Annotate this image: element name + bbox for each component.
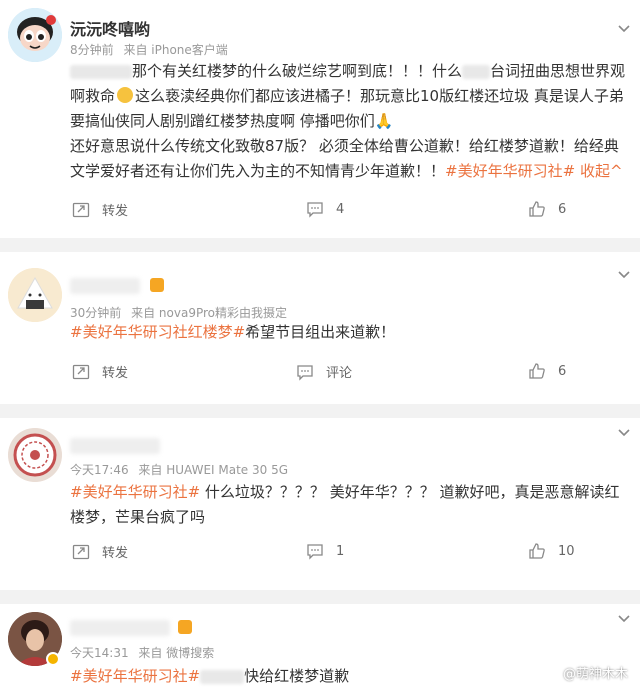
topic-tag[interactable]: #美好年华研习社# <box>70 667 200 685</box>
post-2: 30分钟前 来自 nova9Pro精彩由我摄定 #美好年华研习社红楼梦#希望节目… <box>0 252 640 404</box>
chevron-up-icon: ^ <box>609 162 623 180</box>
thumbs-up-icon <box>529 543 545 559</box>
action-bar: 转发 1 10 <box>0 542 640 572</box>
comment-count: 4 <box>336 201 345 217</box>
repost-button[interactable]: 转发 <box>72 200 128 219</box>
post-time: 30分钟前 <box>70 306 122 320</box>
like-count: 10 <box>558 543 575 559</box>
post-source: 来自 微博搜索 <box>138 646 215 660</box>
avatar-onigiri-icon <box>8 268 62 322</box>
repost-label: 转发 <box>102 366 129 381</box>
username-redacted[interactable] <box>70 438 160 454</box>
redacted-text <box>70 64 132 79</box>
avatar[interactable] <box>8 268 62 322</box>
pray-emoji-icon: 🙏 <box>374 112 394 130</box>
vip-badge-icon <box>150 278 164 292</box>
post-source: 来自 iPhone客户端 <box>123 43 228 57</box>
comment-icon <box>297 364 313 381</box>
topic-tag[interactable]: #美好年华研习社红楼梦# <box>70 323 245 341</box>
like-button[interactable]: 6 <box>528 200 566 218</box>
separator <box>0 590 640 604</box>
repost-button[interactable]: 转发 <box>72 542 128 561</box>
like-count: 6 <box>558 363 567 379</box>
thumbs-up-icon <box>529 363 545 379</box>
post-meta: 8分钟前 来自 iPhone客户端 <box>70 41 228 58</box>
comment-icon <box>307 544 323 560</box>
crying-emoji-icon <box>117 87 134 103</box>
comment-count: 1 <box>336 543 345 559</box>
post-body: #美好年华研习社红楼梦#希望节目组出来道歉！ <box>70 320 626 345</box>
watermark: @萌神木木 <box>562 667 628 682</box>
username-redacted[interactable] <box>70 620 170 636</box>
chevron-down-icon[interactable] <box>618 22 630 34</box>
post-source: 来自 nova9Pro精彩由我摄定 <box>131 306 287 320</box>
post-time: 今天14:31 <box>70 646 129 660</box>
repost-label: 转发 <box>102 546 129 561</box>
thumbs-up-icon <box>529 201 545 217</box>
repost-button[interactable]: 转发 <box>72 362 128 381</box>
post-meta: 今天17:46 来自 HUAWEI Mate 30 5G <box>70 461 288 478</box>
comment-label: 评论 <box>326 366 353 381</box>
post-1: 沅沅咚嘻哟 8分钟前 来自 iPhone客户端 那个有关红楼梦的什么破烂综艺啊到… <box>0 0 640 238</box>
post-text: 快给红楼梦道歉 <box>244 667 350 685</box>
chevron-down-icon[interactable] <box>618 426 630 438</box>
post-4: 今天14:31 来自 微博搜索 #美好年华研习社# 快给红楼梦道歉 <box>0 604 640 694</box>
post-text: 台词扭曲思想世界观 <box>490 62 626 80</box>
chevron-down-icon[interactable] <box>618 612 630 624</box>
like-button[interactable]: 10 <box>528 542 575 560</box>
like-count: 6 <box>558 201 567 217</box>
verified-badge-icon <box>46 652 60 666</box>
vip-badge-icon <box>178 620 192 634</box>
action-bar: 转发 4 6 <box>0 200 640 230</box>
repost-icon <box>72 544 90 559</box>
avatar-powerpuff-icon <box>8 8 62 62</box>
username[interactable]: 沅沅咚嘻哟 <box>70 16 150 40</box>
avatar[interactable] <box>8 8 62 62</box>
redacted-text <box>200 669 245 684</box>
username-redacted[interactable] <box>70 278 140 294</box>
post-time: 8分钟前 <box>70 43 114 57</box>
repost-icon <box>72 364 90 379</box>
separator <box>0 238 640 252</box>
post-text: 那个有关红楼梦的什么破烂综艺啊到底！！！什么 <box>132 62 463 80</box>
comment-button[interactable]: 评论 <box>296 362 352 381</box>
post-text: 希望节目组出来道歉！ <box>245 323 396 341</box>
repost-icon <box>72 202 90 217</box>
topic-tag[interactable]: #美好年华研习社# <box>70 483 200 501</box>
action-bar: 转发 评论 6 <box>0 362 640 392</box>
post-text: 这么亵渎经典你们都应该进橘子！那玩意比10版红楼还垃圾 真是误人子弟 要搞仙侠同… <box>70 87 624 130</box>
collapse-link[interactable]: 收起^ <box>580 162 623 180</box>
post-meta: 30分钟前 来自 nova9Pro精彩由我摄定 <box>70 304 287 321</box>
post-time: 今天17:46 <box>70 463 129 477</box>
redacted-text <box>462 64 491 79</box>
like-button[interactable]: 6 <box>528 362 566 380</box>
chevron-down-icon[interactable] <box>618 268 630 280</box>
topic-tag[interactable]: #美好年华研习社# <box>445 162 575 180</box>
post-text: 啊救命 <box>70 87 116 105</box>
post-body: 那个有关红楼梦的什么破烂综艺啊到底！！！什么 台词扭曲思想世界观 啊救命 这么亵渎经… <box>70 59 626 184</box>
post-3: 今天17:46 来自 HUAWEI Mate 30 5G #美好年华研习社# 什… <box>0 418 640 590</box>
post-source: 来自 HUAWEI Mate 30 5G <box>138 463 289 477</box>
avatar-plate-icon <box>8 428 62 482</box>
avatar[interactable] <box>8 428 62 482</box>
repost-label: 转发 <box>102 204 129 219</box>
comment-button[interactable]: 1 <box>306 542 344 560</box>
post-body: #美好年华研习社# 快给红楼梦道歉 <box>70 664 626 689</box>
separator <box>0 404 640 418</box>
post-meta: 今天14:31 来自 微博搜索 <box>70 644 214 661</box>
comment-button[interactable]: 4 <box>306 200 344 218</box>
post-body: #美好年华研习社# 什么垃圾？？？？ 美好年华？？？ 道歉好吧，真是恶意解读红楼… <box>70 480 626 530</box>
comment-icon <box>307 202 323 218</box>
